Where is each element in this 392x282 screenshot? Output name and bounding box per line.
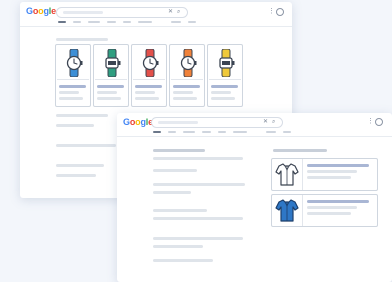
product-store-line <box>135 97 159 100</box>
result-line <box>56 174 96 177</box>
product-title-line <box>211 85 238 88</box>
search-icon[interactable]: ⌕ <box>272 119 275 126</box>
tab-3[interactable] <box>88 21 100 23</box>
tab-5[interactable] <box>218 131 226 133</box>
product-card[interactable] <box>93 44 129 107</box>
tab-settings[interactable] <box>171 21 181 23</box>
product-store-line <box>173 97 197 100</box>
product-image <box>171 46 203 80</box>
tabs-divider <box>20 26 292 27</box>
result-title-line <box>153 149 205 152</box>
product-title-line <box>173 85 200 88</box>
product-store-line <box>59 97 83 100</box>
product-image <box>209 46 241 80</box>
result-snippet-line <box>153 191 191 194</box>
product-detail-line <box>307 170 357 173</box>
search-input[interactable]: ✕ ⌕ <box>56 7 188 18</box>
result-line <box>56 144 116 147</box>
tab-6[interactable] <box>138 21 152 23</box>
result-snippet-line <box>153 237 243 240</box>
product-card[interactable] <box>207 44 243 107</box>
search-input[interactable]: ✕ ⌕ <box>151 117 283 128</box>
result-snippet-line <box>153 183 245 186</box>
yellow-digital-watch-icon <box>219 49 235 77</box>
product-price-line <box>135 91 155 94</box>
front-browser-window: Google ✕ ⌕ ⋮ <box>117 113 392 282</box>
tab-all[interactable] <box>153 131 161 133</box>
red-analog-watch-icon <box>142 49 159 77</box>
tab-tools[interactable] <box>283 131 291 133</box>
tab-all[interactable] <box>58 21 66 23</box>
result-line <box>56 114 108 117</box>
product-image <box>133 46 165 80</box>
search-icon[interactable]: ⌕ <box>177 9 180 16</box>
result-title-line <box>153 209 207 212</box>
apps-icon[interactable]: ⋮ <box>268 8 275 16</box>
google-logo[interactable]: Google <box>26 6 56 16</box>
avatar[interactable] <box>276 8 284 16</box>
product-title-line <box>59 85 86 88</box>
product-price-line <box>211 91 231 94</box>
product-store-line <box>97 97 121 100</box>
google-logo[interactable]: Google <box>123 117 153 127</box>
product-detail-line <box>307 212 351 215</box>
close-icon[interactable]: ✕ <box>263 119 268 126</box>
search-query-placeholder-bar <box>158 121 198 124</box>
tab-2[interactable] <box>168 131 176 133</box>
product-title-line <box>307 200 369 203</box>
product-detail-line <box>307 206 357 209</box>
shopping-item[interactable] <box>271 158 378 191</box>
apps-icon[interactable]: ⋮ <box>367 118 374 126</box>
product-card[interactable] <box>169 44 205 107</box>
tabs-divider <box>117 136 392 137</box>
white-shirt-icon <box>275 163 299 186</box>
blue-jacket-icon <box>275 199 299 222</box>
result-snippet-line <box>153 217 243 220</box>
search-tabs <box>58 21 196 23</box>
product-detail-line <box>307 176 351 179</box>
product-thumbnail <box>272 159 303 190</box>
close-icon[interactable]: ✕ <box>168 9 173 16</box>
result-line <box>56 124 94 127</box>
blue-analog-watch-icon <box>66 49 83 77</box>
tab-settings[interactable] <box>266 131 276 133</box>
avatar[interactable] <box>375 118 383 126</box>
product-price-line <box>173 91 193 94</box>
tab-tools[interactable] <box>188 21 196 23</box>
result-heading-line <box>56 38 108 41</box>
tab-5[interactable] <box>123 21 131 23</box>
tab-6[interactable] <box>233 131 247 133</box>
product-image <box>57 46 89 80</box>
tab-4[interactable] <box>202 131 211 133</box>
shopping-item[interactable] <box>271 194 378 227</box>
result-snippet-line <box>153 259 213 262</box>
product-price-line <box>97 91 117 94</box>
result-title-line <box>153 169 197 172</box>
result-snippet-line <box>153 245 203 248</box>
product-price-line <box>59 91 79 94</box>
tab-4[interactable] <box>107 21 116 23</box>
tab-2[interactable] <box>73 21 81 23</box>
product-image <box>95 46 127 80</box>
product-thumbnail <box>272 195 303 226</box>
green-digital-watch-icon <box>105 49 121 77</box>
product-title-line <box>135 85 162 88</box>
product-card[interactable] <box>55 44 91 107</box>
tab-3[interactable] <box>183 131 195 133</box>
search-tabs <box>153 131 291 133</box>
shopping-panel-heading <box>273 149 327 152</box>
product-card[interactable] <box>131 44 167 107</box>
result-snippet-line <box>153 157 243 160</box>
search-query-placeholder-bar <box>63 11 103 14</box>
orange-analog-watch-icon <box>180 49 197 77</box>
result-line <box>56 164 104 167</box>
product-store-line <box>211 97 235 100</box>
product-title-line <box>97 85 124 88</box>
product-title-line <box>307 164 369 167</box>
